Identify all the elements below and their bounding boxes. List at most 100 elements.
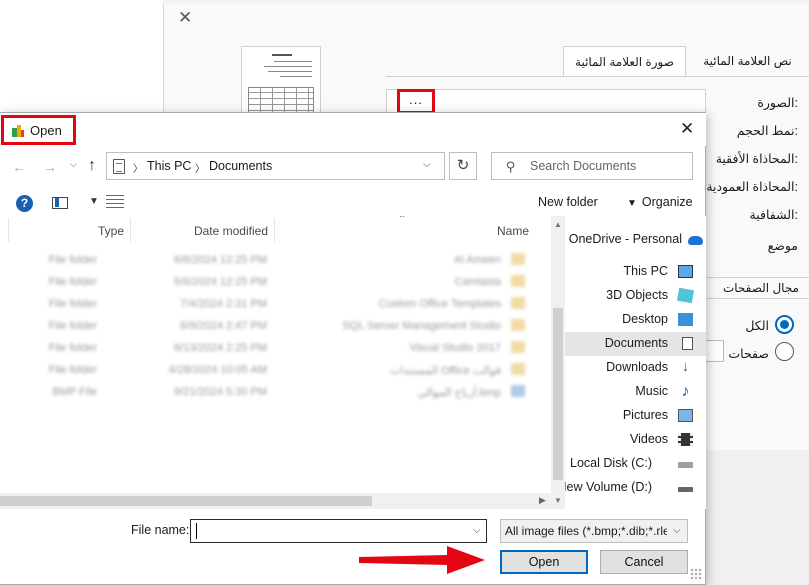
search-icon: ⚲ — [506, 159, 516, 174]
nav-item-desktop[interactable]: Desktop — [565, 308, 706, 332]
recent-locations-chevron-icon[interactable]: ⌵ — [70, 159, 77, 170]
file-name: Visual Studio 2017 — [409, 342, 501, 354]
up-arrow-icon[interactable]: ↑ — [88, 157, 96, 175]
label-transparency: الشفافية: — [749, 208, 799, 222]
nav-item-downloads[interactable]: Downloads ↓ — [565, 356, 706, 380]
file-row[interactable]: File folder 4/28/2024 10:05 AM المستندات… — [0, 360, 535, 381]
scroll-up-icon[interactable]: ▲ — [554, 220, 562, 229]
refresh-button[interactable]: ↻ — [449, 152, 477, 180]
nav-item-label: Documents — [604, 336, 668, 350]
file-type-filter-select[interactable]: All image files (*.bmp;*.dib;*.rle ⌵ — [500, 519, 688, 543]
dialog-title: Open — [30, 123, 62, 138]
nav-item-pictures[interactable]: Pictures — [565, 404, 706, 428]
red-arrow-annotation — [359, 546, 485, 574]
nav-item-videos[interactable]: Videos — [565, 428, 706, 452]
file-row[interactable]: File folder 6/8/2024 12:25 PM Al Ameen — [0, 250, 535, 271]
column-header-row: Type Date modified ⌃ Name — [0, 216, 551, 244]
details-view-icon[interactable] — [106, 195, 124, 209]
file-row[interactable]: File folder 6/13/2024 2:25 PM Visual Stu… — [0, 338, 535, 359]
browse-image-button[interactable]: ... — [397, 89, 435, 114]
command-toolbar: ? ▼ New folder ▼ Organize — [0, 190, 706, 216]
resize-grip[interactable] — [690, 568, 702, 580]
nav-item-local-disk-c[interactable]: Local Disk (C:) — [565, 452, 706, 476]
help-icon[interactable]: ? — [16, 195, 33, 212]
watermark-dialog-close-icon[interactable]: ✕ — [178, 8, 192, 28]
file-row[interactable]: File folder 7/4/2024 2:31 PM Custom Offi… — [0, 294, 535, 315]
file-name-dropdown-icon[interactable]: ⌵ — [473, 525, 481, 536]
nav-item-music[interactable]: Music ♪ — [565, 380, 706, 404]
close-icon[interactable]: ✕ — [680, 119, 694, 139]
onedrive-icon — [688, 236, 703, 245]
scroll-down-icon[interactable]: ▼ — [554, 496, 562, 505]
documents-icon — [682, 337, 693, 350]
open-button[interactable]: Open — [500, 550, 588, 574]
column-separator[interactable] — [8, 218, 9, 242]
back-arrow-icon[interactable]: ← — [12, 159, 26, 175]
horizontal-scrollbar[interactable]: ◀ ▶ — [0, 493, 551, 509]
organize-label: Organize — [641, 195, 693, 209]
nav-item-label: 3D Objects — [606, 288, 668, 302]
file-name: SQL Server Management Studio — [342, 320, 501, 332]
breadcrumb-chevron-icon[interactable]: 〉 — [195, 160, 205, 175]
new-folder-button[interactable]: New folder — [538, 195, 598, 209]
text-caret — [196, 523, 197, 539]
preview-pane-icon[interactable] — [52, 197, 68, 209]
file-list[interactable]: Type Date modified ⌃ Name File folder 6/… — [0, 216, 551, 509]
column-separator[interactable] — [130, 218, 131, 242]
nav-item-label: Downloads — [606, 360, 668, 374]
horizontal-scroll-thumb[interactable] — [0, 496, 372, 506]
label-position: موضع — [767, 239, 798, 253]
address-bar[interactable]: 〉 This PC 〉 Documents ⌵ — [106, 152, 445, 180]
column-header-type[interactable]: Type — [98, 224, 124, 238]
file-row[interactable]: File folder 6/9/2024 2:47 PM SQL Server … — [0, 316, 535, 337]
file-row[interactable]: BMP File 9/21/2024 5:30 PM أرباح الموالي… — [0, 382, 535, 403]
column-separator[interactable] — [274, 218, 275, 242]
folder-icon — [511, 297, 525, 309]
bmp-file-icon — [511, 385, 525, 397]
folder-icon — [511, 253, 525, 265]
nav-item-this-pc[interactable]: This PC — [565, 260, 706, 284]
breadcrumb-documents[interactable]: Documents — [209, 159, 272, 173]
nav-item-documents[interactable]: Documents — [565, 332, 706, 356]
nav-item-new-volume-d[interactable]: New Volume (D:) — [565, 476, 706, 500]
breadcrumb-this-pc[interactable]: This PC — [147, 159, 191, 173]
file-name: أرباح الموالي.bmp — [417, 387, 501, 399]
file-name: Camtasia — [454, 276, 501, 288]
scroll-right-icon[interactable]: ▶ — [539, 495, 546, 506]
radio-pages-label: صفحات — [728, 347, 769, 361]
file-type: File folder — [48, 298, 97, 310]
tab-image-watermark[interactable]: صورة العلامة المائية — [563, 46, 686, 77]
organize-button[interactable]: ▼ Organize — [627, 195, 693, 209]
label-size-style: نمط الحجم: — [736, 124, 798, 138]
nav-item-3d-objects[interactable]: 3D Objects — [565, 284, 706, 308]
forward-arrow-icon[interactable]: → — [43, 159, 57, 175]
file-row[interactable]: File folder 5/6/2024 12:25 PM Camtasia — [0, 272, 535, 293]
file-name-input[interactable] — [195, 523, 460, 539]
breadcrumb-chevron-icon[interactable]: 〉 — [133, 160, 143, 175]
refresh-icon: ↻ — [456, 157, 470, 174]
file-type: BMP File — [52, 386, 97, 398]
file-type: File folder — [48, 364, 97, 376]
tab-text-watermark[interactable]: نص العلامة المائية — [686, 46, 809, 77]
vertical-scroll-thumb[interactable] — [553, 308, 563, 480]
search-box[interactable]: ⚲ — [491, 152, 693, 180]
nav-item-label: Local Disk (C:) — [570, 456, 652, 470]
page-range-input[interactable] — [706, 340, 724, 362]
downloads-icon: ↓ — [681, 358, 690, 375]
vertical-scrollbar[interactable]: ▲ ▼ — [551, 216, 565, 509]
navigation-bar: ← → ⌵ ↑ 〉 This PC 〉 Documents ⌵ ↻ ⚲ — [0, 151, 706, 183]
filter-dropdown-icon[interactable]: ⌵ — [673, 525, 681, 536]
cancel-button[interactable]: Cancel — [600, 550, 688, 574]
column-header-name[interactable]: Name — [497, 224, 529, 238]
column-header-date-modified[interactable]: Date modified — [194, 224, 268, 238]
nav-item-onedrive[interactable]: OneDrive - Personal — [565, 228, 706, 252]
address-dropdown-chevron-icon[interactable]: ⌵ — [423, 159, 431, 170]
radio-all-pages[interactable] — [775, 315, 794, 334]
radio-page-range[interactable] — [775, 342, 794, 361]
file-name: Al Ameen — [453, 254, 501, 266]
file-type-filter-value: All image files (*.bmp;*.dib;*.rle — [505, 524, 667, 538]
view-options-dropdown-icon[interactable]: ▼ — [89, 196, 99, 207]
nav-item-label: Videos — [630, 432, 668, 446]
label-vertical-alignment: المحاذاة العمودية: — [706, 180, 798, 194]
search-input[interactable] — [530, 159, 690, 173]
